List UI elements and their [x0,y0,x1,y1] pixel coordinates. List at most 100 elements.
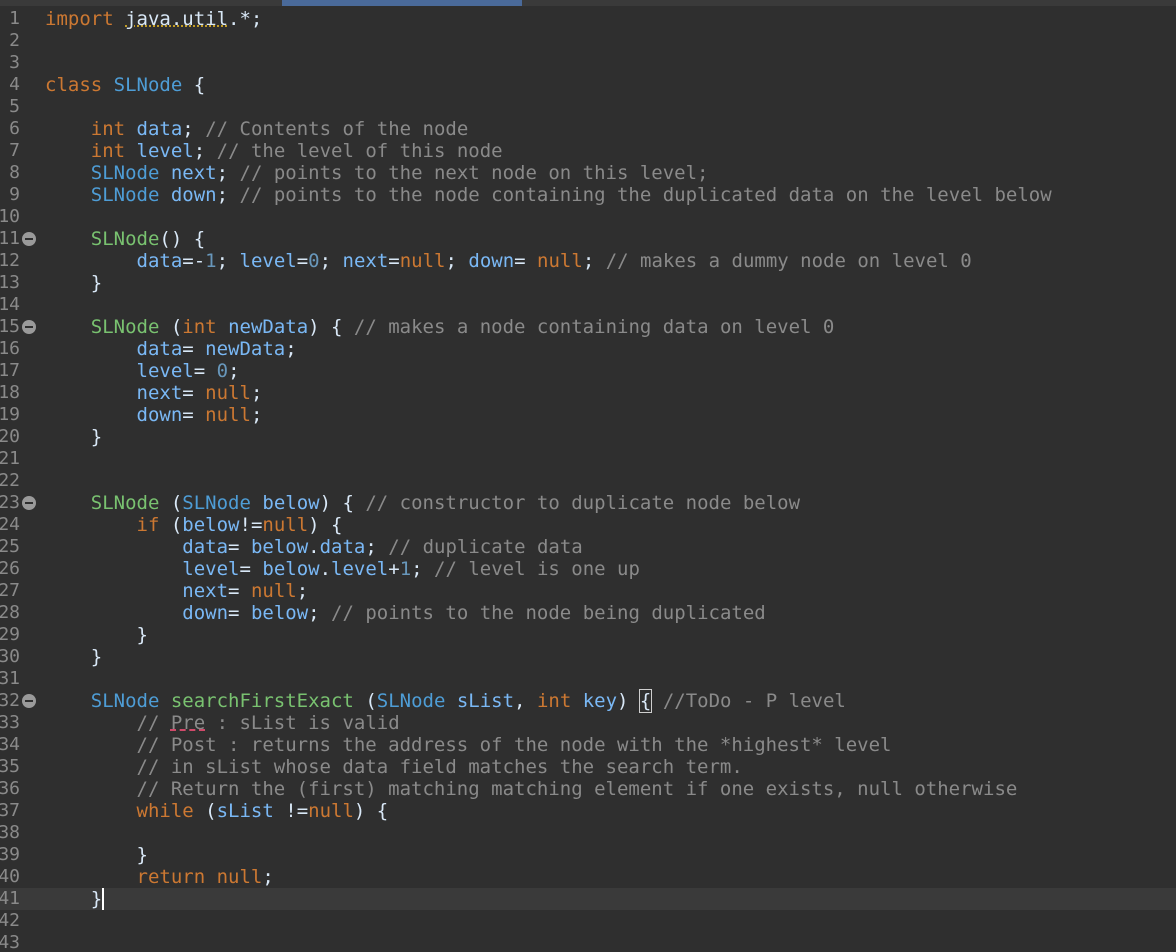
code-text[interactable]: // Pre : sList is valid [45,712,400,734]
code-line[interactable]: 24 if (below!=null) { [0,514,1176,536]
code-text[interactable]: data=-1; level=0; next=null; down= null;… [45,250,972,272]
code-line[interactable]: 18 next= null; [0,382,1176,404]
code-token: = [228,536,251,558]
code-line[interactable]: 42 [0,910,1176,932]
code-token: ; [216,184,240,206]
collapse-icon[interactable] [22,496,36,510]
code-line[interactable]: 2 [0,30,1176,52]
code-line[interactable]: 19 down= null; [0,404,1176,426]
code-line[interactable]: 39 } [0,844,1176,866]
code-text[interactable]: next= null; [45,382,263,404]
code-line[interactable]: 41 } [0,888,1176,910]
code-line[interactable]: 23 SLNode (SLNode below) { // constructo… [0,492,1176,514]
code-token: // makes a node containing data on level… [353,316,835,338]
code-line[interactable]: 25 data= below.data; // duplicate data [0,536,1176,558]
code-line[interactable]: 40 return null; [0,866,1176,888]
code-line[interactable]: 29 } [0,624,1176,646]
code-line[interactable]: 27 next= null; [0,580,1176,602]
code-line[interactable]: 20 } [0,426,1176,448]
code-text[interactable]: down= null; [45,404,263,426]
code-text[interactable]: int data; // Contents of the node [45,118,469,140]
line-number: 1 [9,8,20,29]
code-text[interactable]: while (sList !=null) { [45,800,389,822]
code-line[interactable]: 11 SLNode() { [0,228,1176,250]
collapse-icon[interactable] [22,320,36,334]
collapse-icon[interactable] [22,232,36,246]
code-line[interactable]: 17 level= 0; [0,360,1176,382]
code-text[interactable]: level= 0; [45,360,240,382]
code-line[interactable]: 7 int level; // the level of this node [0,140,1176,162]
code-text[interactable]: SLNode down; // points to the node conta… [45,184,1052,206]
code-line[interactable]: 16 data= newData; [0,338,1176,360]
code-line[interactable]: 43 [0,932,1176,952]
code-text[interactable]: import java.util.*; [45,8,262,30]
code-text[interactable]: } [45,888,105,910]
code-line[interactable]: 36 // Return the (first) matching matchi… [0,778,1176,800]
code-editor[interactable]: 1 import java.util.*; 2 3 4 class SLNode {5 6 … [0,0,1176,952]
code-text[interactable]: } [45,844,148,866]
code-line[interactable]: 26 level= below.level+1; // level is one… [0,558,1176,580]
code-line[interactable]: 28 down= below; // points to the node be… [0,602,1176,624]
code-line[interactable]: 6 int data; // Contents of the node [0,118,1176,140]
code-text[interactable]: SLNode next; // points to the next node … [45,162,709,184]
code-line[interactable]: 32 SLNode searchFirstExact (SLNode sList… [0,689,1176,713]
line-number: 34 [0,734,20,755]
code-text[interactable]: } [45,624,148,646]
code-line[interactable]: 37 while (sList !=null) { [0,800,1176,822]
code-text[interactable]: if (below!=null) { [45,514,343,536]
code-line[interactable]: 10 [0,206,1176,228]
code-text[interactable]: } [45,272,102,294]
code-text[interactable]: next= null; [45,580,308,602]
code-text[interactable]: SLNode() { [45,228,205,250]
code-text[interactable]: // in sList whose data field matches the… [45,756,743,778]
code-text[interactable]: } [45,426,102,448]
code-line[interactable]: 31 [0,668,1176,690]
code-text[interactable]: // Post : returns the address of the nod… [45,734,892,756]
code-line[interactable]: 12 data=-1; level=0; next=null; down= nu… [0,250,1176,272]
code-text[interactable]: int level; // the level of this node [45,140,503,162]
code-line[interactable]: 30 } [0,646,1176,668]
code-line[interactable]: 13 } [0,272,1176,294]
code-line[interactable]: 33 // Pre : sList is valid [0,712,1176,734]
code-line[interactable]: 38 [0,822,1176,844]
code-text[interactable]: SLNode (SLNode below) { // constructor t… [45,492,800,514]
collapse-icon[interactable] [22,694,36,708]
line-number: 17 [0,360,20,381]
code-token: level [136,360,194,382]
code-line[interactable]: 22 [0,470,1176,492]
code-text[interactable]: data= below.data; // duplicate data [45,536,582,558]
code-line[interactable]: 15 SLNode (int newData) { // makes a nod… [0,316,1176,338]
code-line[interactable]: 9 SLNode down; // points to the node con… [0,184,1176,206]
code-token: // Contents of the node [205,118,469,140]
code-line[interactable]: 1 import java.util.*; [0,8,1176,30]
code-line[interactable]: 8 SLNode next; // points to the next nod… [0,162,1176,184]
code-line[interactable]: 14 [0,294,1176,316]
code-text[interactable]: class SLNode { [45,74,205,96]
code-token: class [45,74,114,96]
code-line[interactable]: 3 [0,52,1176,74]
code-line[interactable]: 21 [0,448,1176,470]
active-tab-indicator[interactable] [282,0,522,6]
code-text[interactable]: down= below; // points to the node being… [45,602,765,624]
code-line[interactable]: 34 // Post : returns the address of the … [0,734,1176,756]
code-token: data [136,118,183,140]
code-text[interactable]: SLNode searchFirstExact (SLNode sList, i… [45,689,846,713]
code-lines[interactable]: 1 import java.util.*; 2 3 4 class SLNode {5 6 … [0,8,1176,952]
code-text[interactable]: // Return the (first) matching matching … [45,778,1018,800]
code-line[interactable]: 5 [0,96,1176,118]
code-text[interactable]: } [45,646,102,668]
code-text[interactable]: data= newData; [45,338,297,360]
code-token: // points to the node containing the dup… [239,184,1052,206]
code-token: , [514,690,537,712]
code-text[interactable]: SLNode (int newData) { // makes a node c… [45,316,835,338]
code-token: = [239,558,263,580]
line-number: 19 [0,404,20,425]
code-line[interactable]: 4 class SLNode { [0,74,1176,96]
code-text[interactable]: level= below.level+1; // level is one up [45,558,640,580]
code-line[interactable]: 35 // in sList whose data field matches … [0,756,1176,778]
code-text[interactable]: return null; [45,866,274,888]
